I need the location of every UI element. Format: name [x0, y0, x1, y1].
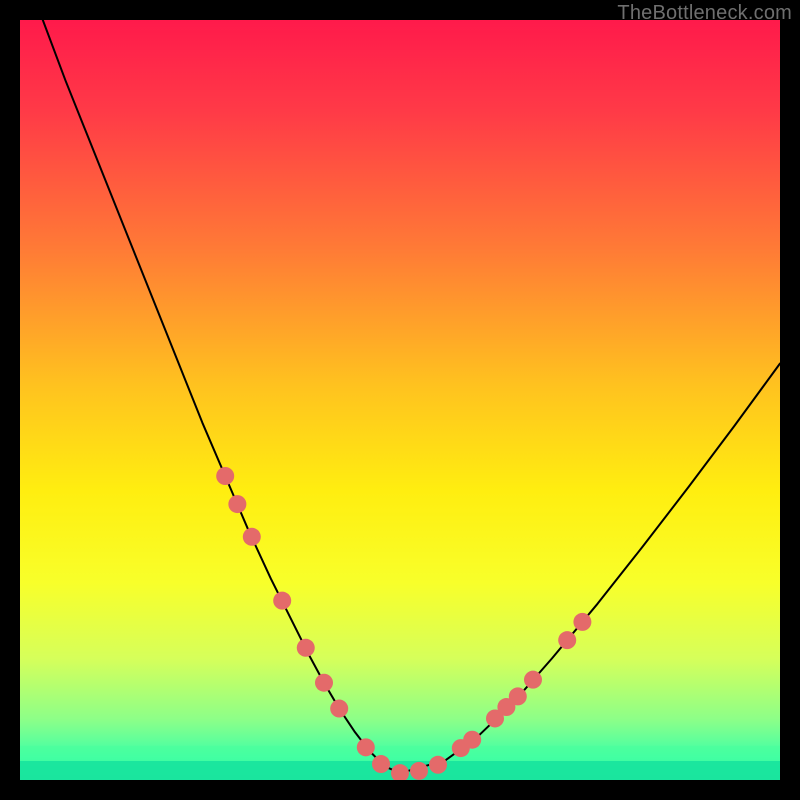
- highlight-dot: [558, 631, 576, 649]
- highlight-dot: [372, 755, 390, 773]
- highlight-dot: [243, 528, 261, 546]
- highlight-dot: [573, 613, 591, 631]
- gradient-background: [20, 20, 780, 780]
- highlight-dot: [228, 495, 246, 513]
- chart-frame: [20, 20, 780, 780]
- highlight-dot: [429, 756, 447, 774]
- highlight-dot: [410, 762, 428, 780]
- highlight-dot: [509, 687, 527, 705]
- highlight-dot: [297, 639, 315, 657]
- highlight-dot: [330, 700, 348, 718]
- highlight-dot: [463, 731, 481, 749]
- watermark-label: TheBottleneck.com: [617, 2, 792, 25]
- highlight-dot: [273, 592, 291, 610]
- highlight-dot: [357, 738, 375, 756]
- highlight-dot: [216, 467, 234, 485]
- bottleneck-chart: [20, 20, 780, 780]
- highlight-dot: [524, 671, 542, 689]
- highlight-dot: [315, 674, 333, 692]
